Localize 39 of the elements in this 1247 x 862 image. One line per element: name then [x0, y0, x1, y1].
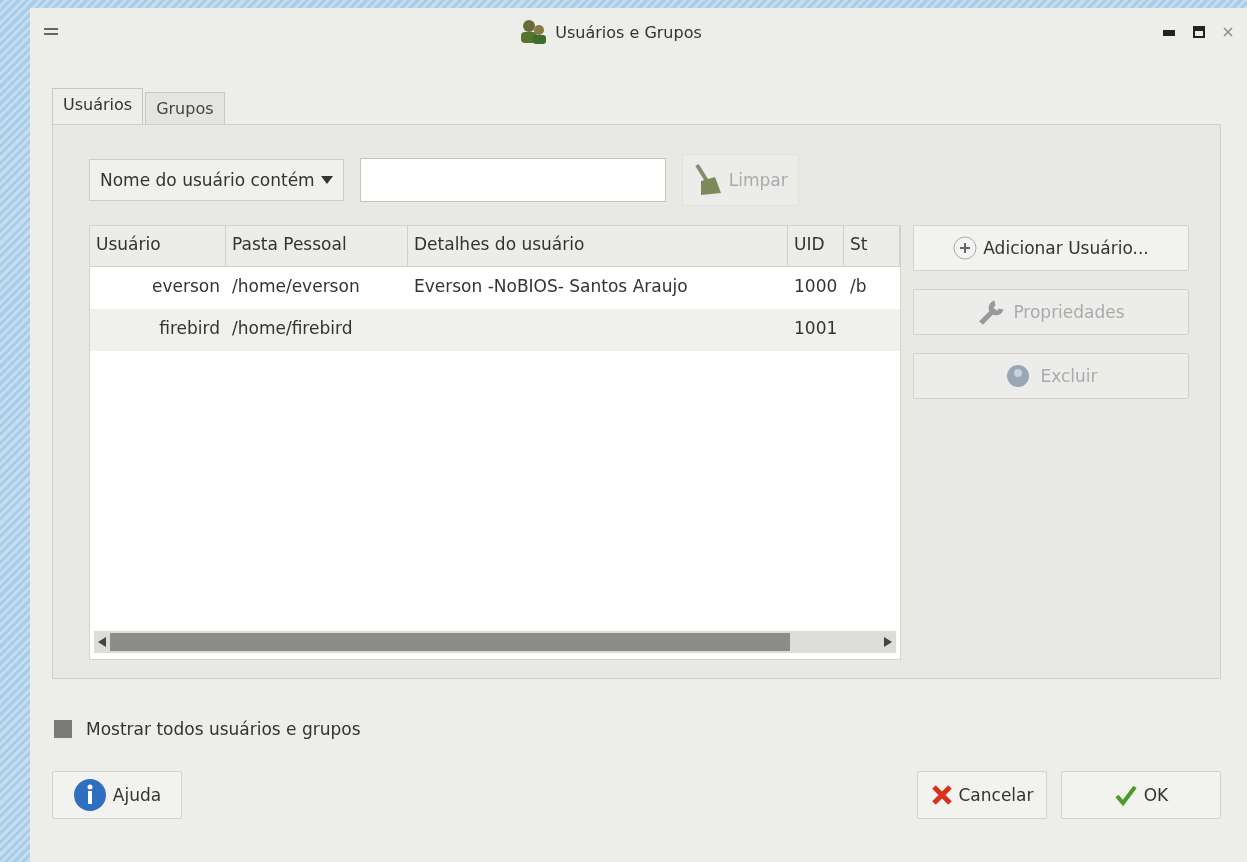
column-header[interactable]: Detalhes do usuário: [408, 226, 788, 267]
checkbox[interactable]: [54, 720, 72, 738]
table-cell: everson: [152, 276, 220, 296]
table-cell: /home/everson: [232, 276, 360, 296]
scroll-right-icon[interactable]: [884, 637, 892, 647]
window-title: Usuários e Grupos: [555, 22, 702, 42]
tab[interactable]: Usuários: [52, 88, 144, 124]
close-icon[interactable]: [1223, 27, 1233, 37]
maximize-icon[interactable]: [1193, 26, 1205, 38]
column-header[interactable]: Usuário: [90, 226, 226, 267]
ok-button[interactable]: OK: [1061, 771, 1221, 819]
table-cell: firebird: [159, 318, 220, 338]
column-header[interactable]: Pasta Pessoal: [226, 226, 408, 267]
table-cell: Everson -NoBIOS- Santos Araujo: [414, 276, 688, 296]
tab[interactable]: Grupos: [145, 92, 225, 124]
users-icon: [519, 19, 548, 45]
cross-icon: [930, 784, 953, 806]
scroll-left-icon[interactable]: [98, 637, 106, 647]
search-field[interactable]: [359, 158, 666, 202]
info-icon: [72, 778, 107, 812]
dropdown-arrow-icon: [320, 176, 333, 184]
minimize-icon[interactable]: [1163, 28, 1175, 36]
menu-icon[interactable]: [44, 27, 58, 37]
table-row[interactable]: everson /home/everson Everson -NoBIOS- Santos Araujo 1000 /b: [90, 267, 900, 309]
plus-icon: [953, 236, 978, 260]
horizontal-scrollbar[interactable]: [94, 631, 896, 653]
check-icon: [1113, 783, 1138, 807]
table-cell: /b: [850, 276, 867, 296]
cancel-button[interactable]: Cancelar: [917, 771, 1047, 819]
column-header[interactable]: St: [844, 226, 900, 267]
help-button[interactable]: Ajuda: [52, 771, 182, 819]
table-cell: /home/firebird: [232, 318, 353, 338]
add-button[interactable]: Adicionar Usuário...: [913, 225, 1189, 271]
table-row[interactable]: firebird /home/firebird 1001: [90, 309, 900, 351]
filter-dropdown[interactable]: Nome do usuário contém: [89, 159, 344, 201]
table-cell: 1001: [794, 318, 838, 338]
table-cell: 1000: [794, 276, 838, 296]
column-header[interactable]: UID: [788, 226, 844, 267]
checkbox-label[interactable]: Mostrar todos usuários e grupos: [86, 719, 361, 739]
